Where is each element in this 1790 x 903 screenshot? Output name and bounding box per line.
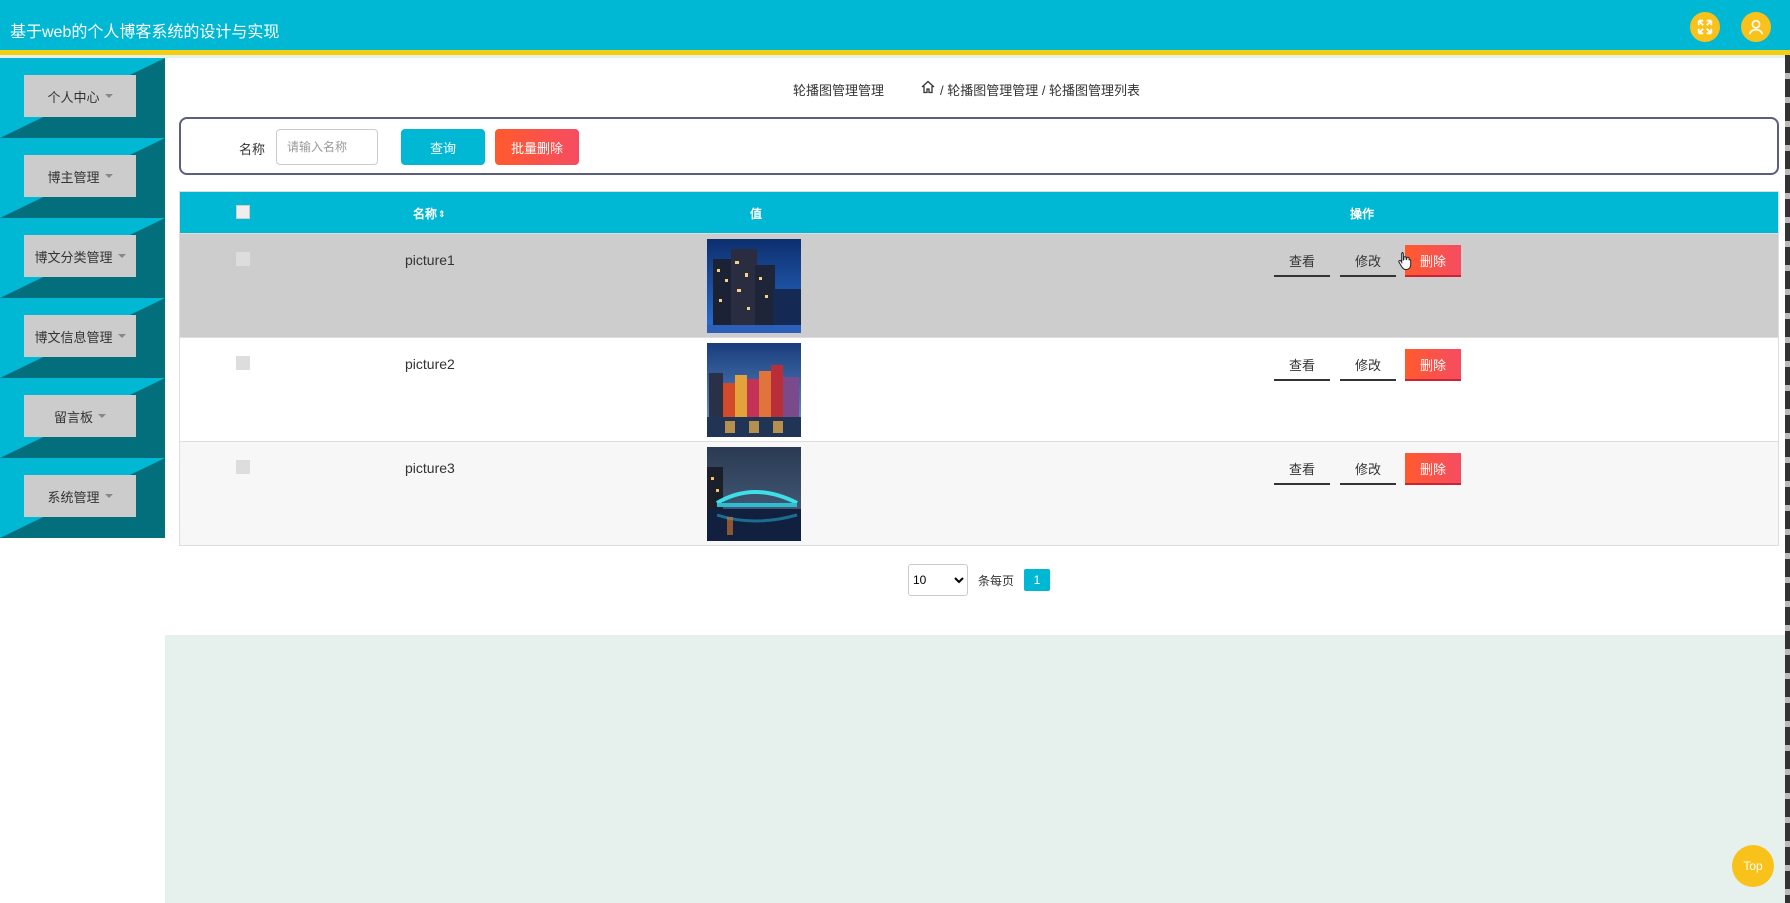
delete-button[interactable]: 删除: [1405, 349, 1461, 381]
caret-down-icon: [104, 494, 113, 498]
expand-icon[interactable]: [1690, 12, 1720, 42]
caret-down-icon: [98, 414, 106, 418]
page-size-select[interactable]: 10: [908, 564, 968, 596]
page-number-button[interactable]: 1: [1024, 569, 1051, 591]
home-icon[interactable]: [920, 79, 936, 95]
sidebar-item-system-management[interactable]: 系统管理: [0, 458, 165, 538]
table-header: 名称⇕ 值 操作: [180, 192, 1778, 233]
caret-down-icon: [104, 94, 113, 98]
search-form: 名称 查询 批量删除: [179, 117, 1779, 175]
sidebar-item-blogger-management[interactable]: 博主管理: [0, 138, 165, 218]
name-label: 名称: [239, 142, 266, 157]
row-name: picture3: [405, 460, 455, 476]
sidebar-button[interactable]: 留言板: [24, 395, 136, 437]
sidebar-item-post-management[interactable]: 博文信息管理: [0, 298, 165, 378]
name-search-input[interactable]: [276, 129, 378, 165]
select-all-checkbox[interactable]: [236, 205, 250, 219]
sort-icon[interactable]: ⇕: [438, 209, 446, 220]
window-edge: [1785, 55, 1790, 903]
view-button[interactable]: 查看: [1274, 349, 1330, 381]
sidebar-button[interactable]: 博文分类管理: [24, 235, 136, 277]
row-name: picture1: [405, 252, 455, 268]
caret-down-icon: [117, 334, 126, 338]
breadcrumb-path[interactable]: / 轮播图管理管理 / 轮播图管理列表: [940, 80, 1140, 99]
sidebar-button[interactable]: 博主管理: [24, 155, 136, 197]
city-night-image: [707, 239, 801, 333]
sidebar-item-label: 个人中心: [47, 89, 100, 105]
edit-button[interactable]: 修改: [1340, 245, 1396, 277]
delete-button[interactable]: 删除: [1405, 453, 1461, 485]
back-to-top-button[interactable]: Top: [1732, 845, 1774, 887]
table-row: picture3 查看 修改 删除: [180, 441, 1778, 545]
sidebar-button[interactable]: 个人中心: [24, 75, 136, 117]
row-checkbox[interactable]: [236, 356, 250, 370]
sidebar-item-label: 留言板: [53, 409, 93, 425]
pagination: 10 条每页 1: [908, 564, 1051, 596]
caret-down-icon: [117, 254, 126, 258]
table-row: picture2 查看 修改 删除: [180, 337, 1778, 441]
row-checkbox[interactable]: [236, 252, 250, 266]
sidebar-item-category-management[interactable]: 博文分类管理: [0, 218, 165, 298]
sidebar-button[interactable]: 博文信息管理: [24, 315, 136, 357]
sidebar-button[interactable]: 系统管理: [24, 475, 136, 517]
top-bar: 基于web的个人博客系统的设计与实现: [0, 0, 1790, 55]
app-title: 基于web的个人博客系统的设计与实现: [10, 24, 280, 41]
delete-button[interactable]: 删除: [1405, 245, 1461, 277]
edit-button[interactable]: 修改: [1340, 453, 1396, 485]
column-header-name-label: 名称: [413, 207, 438, 221]
caret-down-icon: [104, 174, 113, 178]
carousel-table: 名称⇕ 值 操作 picture1 查看 修改 删除 picture2 查看 修…: [179, 191, 1779, 546]
sidebar-item-label: 博主管理: [47, 169, 100, 185]
colorful-houses-image: [707, 343, 801, 437]
edit-button[interactable]: 修改: [1340, 349, 1396, 381]
batch-delete-button[interactable]: 批量删除: [495, 129, 579, 165]
sidebar-item-label: 博文信息管理: [34, 329, 113, 345]
user-icon[interactable]: [1741, 12, 1771, 42]
sidebar-item-label: 系统管理: [47, 489, 100, 505]
sidebar: 个人中心 博主管理 博文分类管理 博文信息管理 留言板 系统管理: [0, 58, 165, 903]
hand-cursor-icon: [1398, 252, 1412, 270]
column-header-value: 值: [750, 207, 763, 221]
view-button[interactable]: 查看: [1274, 453, 1330, 485]
page-title: 轮播图管理管理: [793, 83, 885, 98]
bridge-night-image: [707, 447, 801, 541]
sidebar-item-personal-center[interactable]: 个人中心: [0, 58, 165, 138]
query-button[interactable]: 查询: [401, 129, 485, 165]
sidebar-item-message-board[interactable]: 留言板: [0, 378, 165, 458]
table-row: picture1 查看 修改 删除: [180, 233, 1778, 337]
row-checkbox[interactable]: [236, 460, 250, 474]
main-panel: 轮播图管理管理 / 轮播图管理管理 / 轮播图管理列表 名称 查询 批量删除 名…: [165, 58, 1785, 635]
column-header-name[interactable]: 名称⇕: [413, 205, 446, 222]
row-name: picture2: [405, 356, 455, 372]
per-page-label: 条每页: [978, 573, 1015, 588]
view-button[interactable]: 查看: [1274, 245, 1330, 277]
column-header-operation: 操作: [1350, 207, 1375, 221]
sidebar-item-label: 博文分类管理: [34, 249, 113, 265]
